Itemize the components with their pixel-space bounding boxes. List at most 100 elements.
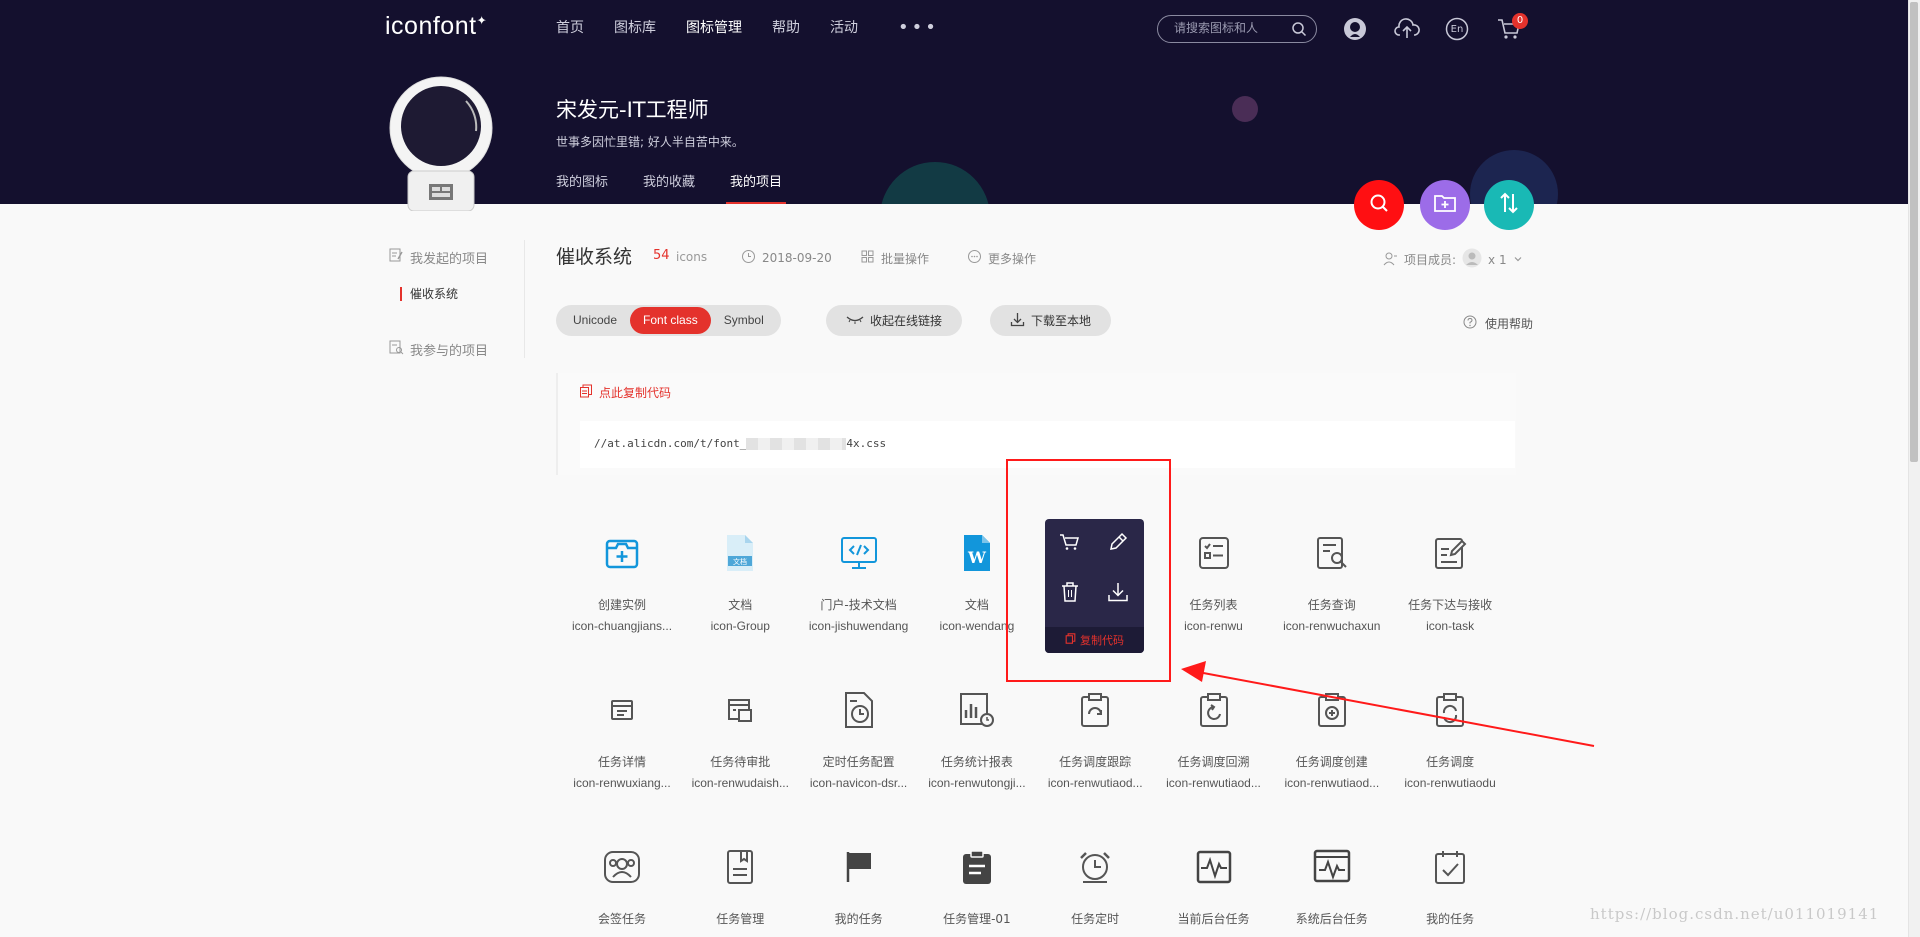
search-input[interactable] [1174,21,1292,35]
profile-tabs: 我的图标 我的收藏 我的项目 [556,171,821,204]
format-font-class-tab[interactable]: Font class [630,307,711,334]
icon-class-name: icon-task [1426,619,1475,633]
icon-card[interactable]: 任务调度 icon-renwutiaodu [1391,687,1509,790]
icon-card[interactable]: 创建实例 icon-chuangjians... [563,530,681,633]
tab-my-icons[interactable]: 我的图标 [556,171,608,204]
more-dots-icon[interactable]: ••• [898,18,939,38]
edit-pencil-icon[interactable] [1105,529,1131,555]
icon-card[interactable]: 任务管理-01 [918,844,1036,927]
icon-card[interactable]: W 文档 icon-wendang [918,530,1036,633]
search-icon [1368,192,1390,218]
icon-name: 任务下达与接收 [1408,598,1493,612]
schedule-icon [1391,687,1509,733]
sidebar-started-projects[interactable]: 我发起的项目 [388,247,488,267]
sidebar-item-active-project[interactable]: 催收系统 [400,287,458,301]
project-members[interactable]: 项目成员: x 1 [1383,248,1523,271]
sidebar-started-label: 我发起的项目 [410,251,489,267]
schedule-track-icon [1036,687,1154,733]
search-icon[interactable] [1291,21,1307,41]
nav-icon-library[interactable]: 图标库 [614,18,656,38]
download-icon[interactable] [1105,579,1131,605]
book-icon [681,844,799,890]
icon-card[interactable]: 任务定时 [1036,844,1154,927]
icon-name: 任务待审批 [710,755,771,769]
icon-card[interactable]: 任务调度跟踪 icon-renwutiaod... [1036,687,1154,790]
decor-circle-purple [1232,96,1258,122]
icon-card[interactable]: 我的任务 [1391,844,1509,927]
nav-help[interactable]: 帮助 [772,18,800,38]
icon-card[interactable]: 任务待审批 icon-renwudaish... [681,687,799,790]
download-icon [1010,312,1025,330]
nav-activity[interactable]: 活动 [830,18,858,38]
icon-count: 54 [653,248,670,263]
icon-card[interactable]: 任务调度回溯 icon-renwutiaod... [1155,687,1273,790]
icon-card[interactable]: 我的任务 [800,844,918,927]
decor-circle-teal [880,162,990,204]
task-detail-icon [563,687,681,733]
icon-card[interactable]: 系统后台任务 [1273,844,1391,927]
icon-card[interactable]: 任务下达与接收 icon-task [1391,530,1509,633]
collapse-online-link-label: 收起在线链接 [870,314,943,328]
nav-icon-management[interactable]: 图标管理 [686,18,742,38]
batch-operation-button[interactable]: 批量操作 [860,249,929,267]
fab-search-button[interactable] [1354,180,1404,230]
language-label: En [1450,23,1464,35]
nav-home[interactable]: 首页 [556,18,584,38]
schedule-back-icon [1155,687,1273,733]
icon-class-name: icon-navicon-dsr... [809,776,908,790]
icon-card[interactable]: 文档 文档 icon-Group [681,530,799,633]
usage-help-link[interactable]: 使用帮助 [1463,315,1533,332]
scrollbar-thumb[interactable] [1910,2,1918,462]
icon-card[interactable]: 任务查询 icon-renwuchaxun [1273,530,1391,633]
ellipsis-circle-icon [967,249,982,267]
calendar-check-icon [1391,844,1509,890]
clock-icon [741,249,756,267]
icon-card[interactable]: 任务管理 [681,844,799,927]
copy-code-link[interactable]: 点此复制代码 [579,384,671,401]
delete-trash-icon[interactable] [1057,579,1083,605]
icon-name: 任务统计报表 [940,755,1013,769]
code-url-box[interactable]: //at.alicdn.com/t/font_ 4x.css [580,421,1515,468]
more-operation-button[interactable]: 更多操作 [967,249,1036,267]
icon-card[interactable]: 定时任务配置 icon-navicon-dsr... [800,687,918,790]
member-avatar[interactable] [1462,248,1482,271]
fab-new-folder-button[interactable] [1420,180,1470,230]
usage-help-label: 使用帮助 [1485,317,1534,331]
tab-my-favorites[interactable]: 我的收藏 [643,171,695,204]
fab-sort-button[interactable] [1484,180,1534,230]
icon-name: 定时任务配置 [822,755,895,769]
grid-icon [860,249,875,267]
download-local-button[interactable]: 下载至本地 [990,305,1112,336]
language-toggle[interactable]: En [1444,16,1470,42]
icon-name: 我的任务 [834,912,883,926]
tab-my-projects[interactable]: 我的项目 [726,171,787,204]
icon-card[interactable]: 任务列表 icon-renwu [1155,530,1273,633]
clipboard-icon [918,844,1036,890]
icon-card[interactable]: 会签任务 [563,844,681,927]
upload-cloud-icon[interactable] [1394,16,1420,42]
github-icon[interactable] [1342,16,1368,42]
icon-class-name: icon-renwuchaxun [1283,619,1381,633]
icon-card[interactable]: 门户-技术文档 icon-jishuwendang [800,530,918,633]
icon-card[interactable]: 当前后台任务 [1155,844,1273,927]
avatar[interactable] [388,76,494,212]
project-date: 2018-09-20 [741,249,832,267]
icon-card[interactable]: 任务统计报表 icon-renwutongji... [918,687,1036,790]
chevron-down-icon[interactable] [1513,253,1523,267]
my-flag-icon [800,844,918,890]
icon-card[interactable]: 任务详情 icon-renwuxiang... [563,687,681,790]
copy-code-button[interactable]: 复制代码 [1045,627,1144,653]
user-name: 宋发元-IT工程师 [556,98,709,122]
format-unicode-tab[interactable]: Unicode [560,307,630,334]
icon-name: 文档 [964,598,989,612]
add-to-cart-icon[interactable] [1057,529,1083,555]
svg-text:文档: 文档 [733,557,747,566]
collapse-online-link-button[interactable]: 收起在线链接 [826,305,963,336]
folder-add-icon [1433,192,1457,218]
profile-header: iconfont✦ 首页 图标库 图标管理 帮助 活动 ••• En 0 宋发元… [0,0,1908,204]
search-box [1157,15,1317,43]
logo[interactable]: iconfont✦ [385,12,487,41]
format-symbol-tab[interactable]: Symbol [711,307,777,334]
icon-card[interactable]: 任务调度创建 icon-renwutiaod... [1273,687,1391,790]
sidebar-joined-projects[interactable]: 我参与的项目 [388,339,488,359]
